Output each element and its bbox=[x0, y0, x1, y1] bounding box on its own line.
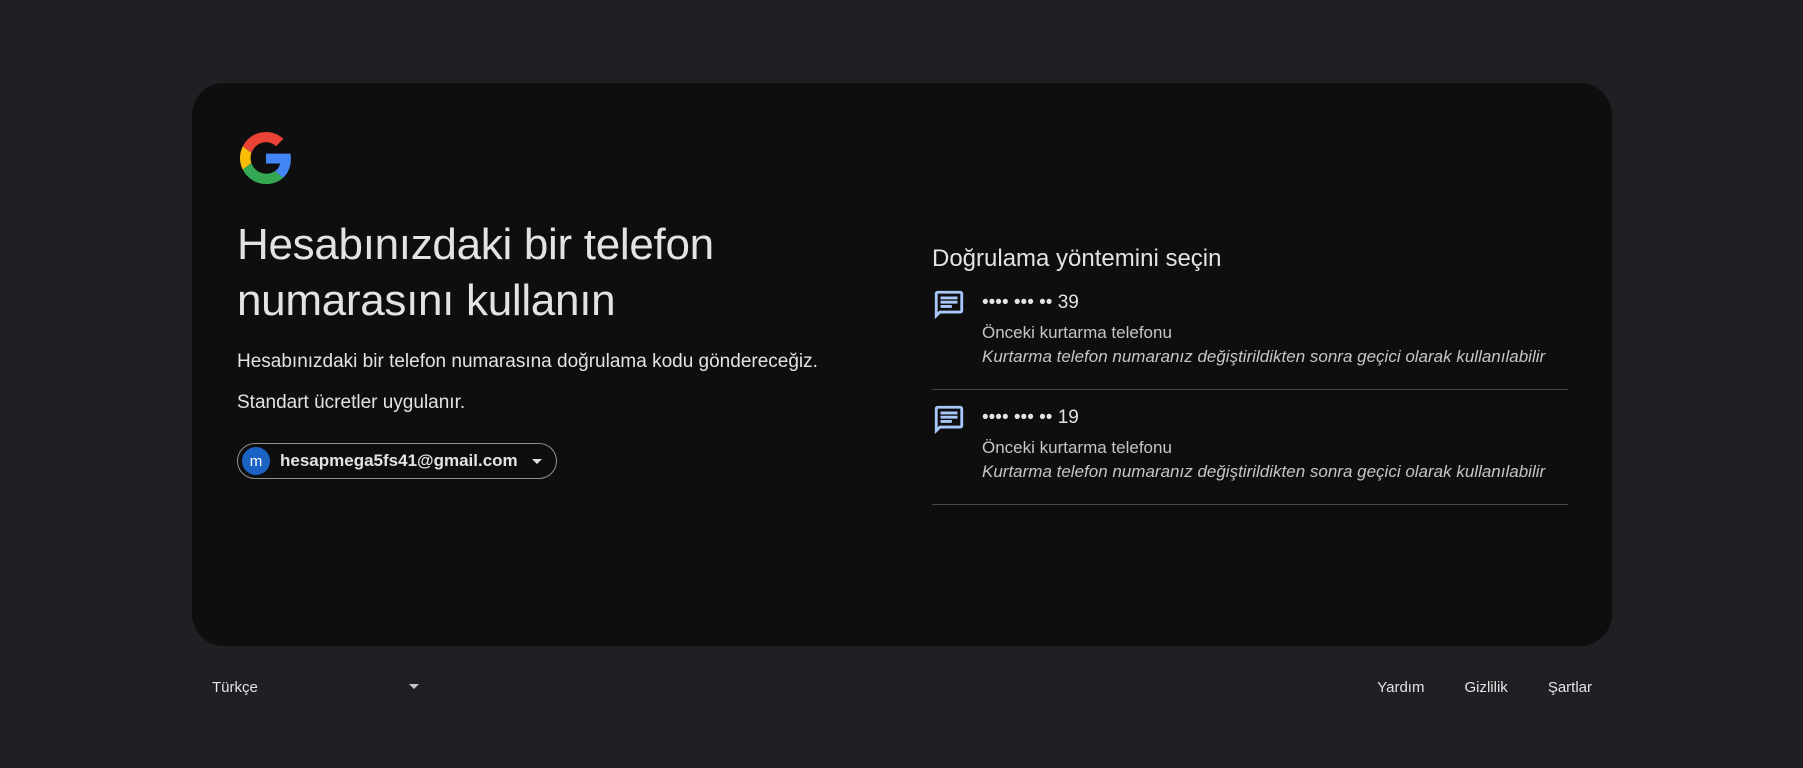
sms-icon bbox=[934, 290, 964, 320]
chevron-down-icon bbox=[409, 684, 419, 689]
option-note: Kurtarma telefon numaranız değiştirildik… bbox=[982, 347, 1546, 366]
rates-notice: Standart ücretler uygulanır. bbox=[237, 392, 466, 413]
help-link[interactable]: Yardım bbox=[1377, 679, 1424, 696]
chevron-down-icon bbox=[531, 458, 542, 464]
signin-card: Hesabınızdaki bir telefon numarasını kul… bbox=[192, 83, 1612, 646]
account-email: hesapmega5fs41@gmail.com bbox=[280, 451, 518, 470]
masked-phone-number: •••• ••• •• 39 bbox=[982, 292, 1079, 313]
option-label: Önceki kurtarma telefonu bbox=[982, 323, 1172, 342]
option-label: Önceki kurtarma telefonu bbox=[982, 438, 1172, 457]
language-label: Türkçe bbox=[212, 678, 258, 696]
account-chooser-button[interactable]: m hesapmega5fs41@gmail.com bbox=[237, 443, 557, 479]
privacy-link[interactable]: Gizlilik bbox=[1464, 679, 1507, 696]
section-title: Doğrulama yöntemini seçin bbox=[932, 245, 1222, 272]
footer: Türkçe Yardım Gizlilik Şartlar bbox=[192, 675, 1612, 699]
option-note: Kurtarma telefon numaranız değiştirildik… bbox=[982, 462, 1546, 481]
verification-method-section: Doğrulama yöntemini seçin •••• ••• •• 39… bbox=[932, 243, 1568, 505]
page-title: Hesabınızdaki bir telefon numarasını kul… bbox=[237, 220, 714, 325]
sms-icon bbox=[934, 405, 964, 435]
google-logo-icon bbox=[240, 132, 291, 184]
terms-link[interactable]: Şartlar bbox=[1548, 679, 1592, 696]
verification-option-phone-19[interactable]: •••• ••• •• 19 Önceki kurtarma telefonu … bbox=[932, 390, 1568, 505]
avatar: m bbox=[242, 447, 270, 475]
page-description: Hesabınızdaki bir telefon numarasına doğ… bbox=[237, 351, 818, 372]
masked-phone-number: •••• ••• •• 19 bbox=[982, 407, 1079, 428]
footer-links: Yardım Gizlilik Şartlar bbox=[1337, 675, 1592, 699]
verification-option-phone-39[interactable]: •••• ••• •• 39 Önceki kurtarma telefonu … bbox=[932, 275, 1568, 390]
language-selector[interactable]: Türkçe bbox=[212, 675, 422, 699]
